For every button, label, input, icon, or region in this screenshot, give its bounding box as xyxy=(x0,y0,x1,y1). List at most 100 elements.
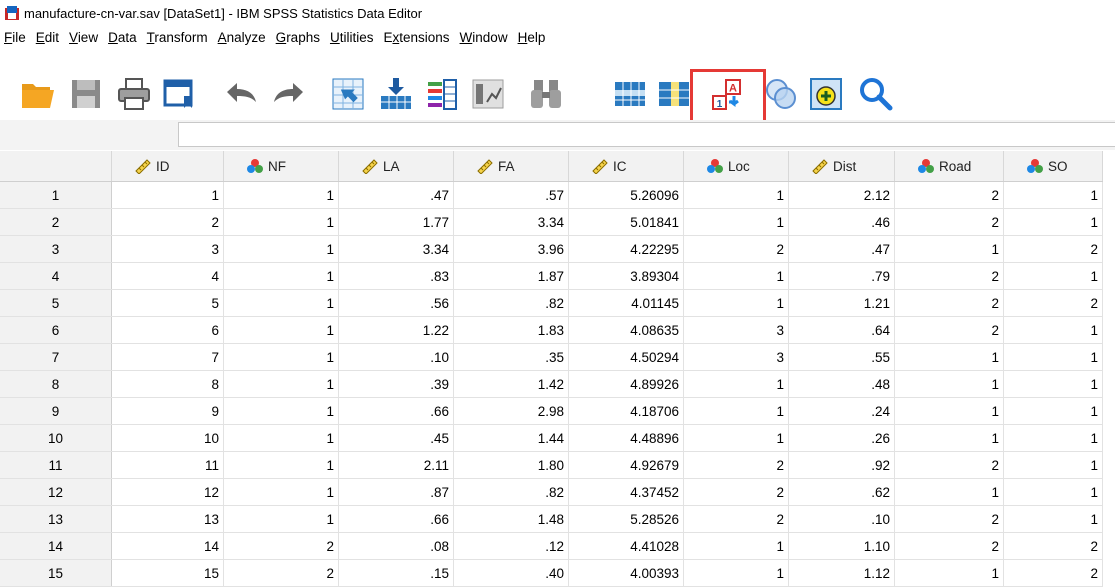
data-cell[interactable]: 2.11 xyxy=(338,451,454,479)
insert-variable-icon[interactable] xyxy=(656,76,692,112)
row-header[interactable]: 10 xyxy=(0,424,112,452)
find-icon[interactable] xyxy=(528,76,564,112)
data-cell[interactable]: 2 xyxy=(894,316,1004,344)
data-cell[interactable]: 2 xyxy=(223,532,339,560)
data-cell[interactable]: 2 xyxy=(894,262,1004,290)
column-header-so[interactable]: SO xyxy=(1003,151,1103,182)
column-header-fa[interactable]: FA xyxy=(453,151,569,182)
data-cell[interactable]: 1 xyxy=(223,316,339,344)
data-cell[interactable]: 1.83 xyxy=(453,316,569,344)
data-cell[interactable]: 2 xyxy=(1003,532,1103,560)
spell-check-icon[interactable] xyxy=(858,76,894,112)
row-header[interactable]: 2 xyxy=(0,208,112,236)
menu-file[interactable]: File xyxy=(4,30,26,45)
data-cell[interactable]: 1 xyxy=(223,343,339,371)
data-cell[interactable]: 1 xyxy=(1003,316,1103,344)
column-header-ic[interactable]: IC xyxy=(568,151,684,182)
menu-edit[interactable]: Edit xyxy=(36,30,59,45)
data-cell[interactable]: 1.80 xyxy=(453,451,569,479)
data-cell[interactable]: 4.89926 xyxy=(568,370,684,398)
data-cell[interactable]: 1 xyxy=(683,262,789,290)
column-header-id[interactable]: ID xyxy=(111,151,224,182)
data-cell[interactable]: 2 xyxy=(223,559,339,587)
redo-icon[interactable] xyxy=(272,76,308,112)
data-cell[interactable]: 1 xyxy=(1003,208,1103,236)
data-cell[interactable]: 5.28526 xyxy=(568,505,684,533)
data-cell[interactable]: 2.98 xyxy=(453,397,569,425)
data-cell[interactable]: 1 xyxy=(1003,262,1103,290)
data-cell[interactable]: .46 xyxy=(788,208,895,236)
data-cell[interactable]: 2.12 xyxy=(788,181,895,209)
menu-utilities[interactable]: Utilities xyxy=(330,30,374,45)
data-cell[interactable]: .12 xyxy=(453,532,569,560)
data-cell[interactable]: .45 xyxy=(338,424,454,452)
data-cell[interactable]: 1 xyxy=(1003,181,1103,209)
menu-graphs[interactable]: Graphs xyxy=(276,30,320,45)
data-cell[interactable]: 12 xyxy=(111,478,224,506)
data-cell[interactable]: 1.44 xyxy=(453,424,569,452)
menu-view[interactable]: View xyxy=(69,30,98,45)
data-cell[interactable]: 4.48896 xyxy=(568,424,684,452)
data-cell[interactable]: 1 xyxy=(683,559,789,587)
data-cell[interactable]: 1 xyxy=(894,559,1004,587)
data-cell[interactable]: .92 xyxy=(788,451,895,479)
data-cell[interactable]: 1.12 xyxy=(788,559,895,587)
column-header-dist[interactable]: Dist xyxy=(788,151,895,182)
variables-icon[interactable] xyxy=(424,76,460,112)
data-cell[interactable]: .57 xyxy=(453,181,569,209)
data-cell[interactable]: 5.01841 xyxy=(568,208,684,236)
data-cell[interactable]: 1 xyxy=(894,235,1004,263)
data-cell[interactable]: 5.26096 xyxy=(568,181,684,209)
data-cell[interactable]: 4.50294 xyxy=(568,343,684,371)
menu-data[interactable]: Data xyxy=(108,30,137,45)
data-cell[interactable]: 1 xyxy=(223,397,339,425)
data-cell[interactable]: 5 xyxy=(111,289,224,317)
data-cell[interactable]: 9 xyxy=(111,397,224,425)
menu-analyze[interactable]: Analyze xyxy=(218,30,266,45)
data-cell[interactable]: 1 xyxy=(683,208,789,236)
data-cell[interactable]: 2 xyxy=(683,235,789,263)
data-cell[interactable]: 3.89304 xyxy=(568,262,684,290)
data-cell[interactable]: 1 xyxy=(683,532,789,560)
data-cell[interactable]: 1 xyxy=(1003,343,1103,371)
data-cell[interactable]: 1.42 xyxy=(453,370,569,398)
data-cell[interactable]: 1.21 xyxy=(788,289,895,317)
show-all-variables-icon[interactable] xyxy=(808,76,844,112)
data-cell[interactable]: .35 xyxy=(453,343,569,371)
row-header[interactable]: 5 xyxy=(0,289,112,317)
data-cell[interactable]: 4.00393 xyxy=(568,559,684,587)
data-cell[interactable]: 3 xyxy=(683,343,789,371)
row-header[interactable]: 15 xyxy=(0,559,112,587)
row-header[interactable]: 7 xyxy=(0,343,112,371)
data-cell[interactable]: 13 xyxy=(111,505,224,533)
row-header[interactable]: 1 xyxy=(0,181,112,209)
column-header-loc[interactable]: Loc xyxy=(683,151,789,182)
data-cell[interactable]: .55 xyxy=(788,343,895,371)
data-cell[interactable]: 2 xyxy=(111,208,224,236)
data-cell[interactable]: 4 xyxy=(111,262,224,290)
data-cell[interactable]: 1 xyxy=(683,397,789,425)
data-cell[interactable]: 8 xyxy=(111,370,224,398)
data-cell[interactable]: .82 xyxy=(453,289,569,317)
data-cell[interactable]: 1.22 xyxy=(338,316,454,344)
data-cell[interactable]: 4.37452 xyxy=(568,478,684,506)
data-cell[interactable]: 2 xyxy=(1003,289,1103,317)
data-cell[interactable]: 15 xyxy=(111,559,224,587)
data-cell[interactable]: 10 xyxy=(111,424,224,452)
row-header[interactable]: 8 xyxy=(0,370,112,398)
data-cell[interactable]: 6 xyxy=(111,316,224,344)
run-descriptives-icon[interactable] xyxy=(470,76,506,112)
data-cell[interactable]: .10 xyxy=(788,505,895,533)
data-cell[interactable]: 2 xyxy=(1003,235,1103,263)
row-header[interactable]: 6 xyxy=(0,316,112,344)
data-cell[interactable]: 1.48 xyxy=(453,505,569,533)
insert-cases-icon[interactable] xyxy=(612,76,648,112)
data-cell[interactable]: 1 xyxy=(1003,370,1103,398)
row-header[interactable]: 12 xyxy=(0,478,112,506)
menu-window[interactable]: Window xyxy=(460,30,508,45)
data-cell[interactable]: .87 xyxy=(338,478,454,506)
data-cell[interactable]: .15 xyxy=(338,559,454,587)
data-cell[interactable]: 1.87 xyxy=(453,262,569,290)
data-cell[interactable]: 7 xyxy=(111,343,224,371)
column-header-la[interactable]: LA xyxy=(338,151,454,182)
